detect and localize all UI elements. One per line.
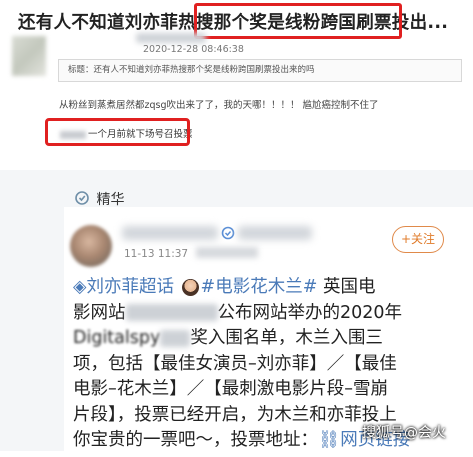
featured-header: 精华 [75, 189, 124, 209]
verified-icon [221, 226, 235, 243]
weibo-line-3-b: 奖入围名单，木兰入围三 [190, 328, 383, 348]
follow-button[interactable]: +关注 [392, 226, 444, 253]
weibo-source-redacted [196, 247, 258, 258]
site-name-redacted [125, 304, 218, 321]
weibo-line-5: 电影–花木兰】／【最刺激电影片段–雪崩 [73, 379, 388, 399]
award-name-redacted [160, 329, 191, 347]
weibo-time: 11-13 11:37 [124, 248, 189, 260]
quote-box: 标题：还有人不知道刘亦菲热搜那个奖是线粉跨国刷票投出来的吗 [58, 59, 462, 82]
highlight-box-headline [194, 3, 402, 39]
weibo-line-2-b: 公布网站举办的2020年 [217, 302, 403, 323]
post-timestamp: 2020-12-28 08:46:38 [143, 44, 244, 55]
weibo-line-2: 影网站 公布网站举办的2020年 [73, 301, 468, 327]
weibo-line-7-a: 你宝贵的一票吧～，投票地址： [73, 430, 318, 450]
girl-emoji-icon [181, 278, 199, 296]
featured-icon [75, 191, 93, 208]
username-redacted [136, 33, 206, 43]
weibo-line-2-a: 影网站 [73, 302, 126, 323]
weibo-line-4: 项，包括【最佳女演员–刘亦菲】／【最佳 [73, 353, 397, 374]
hashtag-link[interactable]: #电影花木兰# [201, 277, 318, 297]
weibo-line-3-a: Digitalspy [73, 328, 161, 348]
weibo-line-1-rest: 英国电 [322, 277, 376, 297]
featured-label: 精华 [96, 192, 125, 208]
post-body: 从粉丝到蒸煮居然都zqsg吹出来了了，我的天哪！！！！ 尴尬癌控制不住了 [59, 100, 379, 111]
weibo-username-redacted[interactable] [122, 226, 218, 240]
forum-post: 还有人不知道刘亦菲热搜那个奖是线粉跨国刷票投出... 2020-12-28 08… [0, 0, 473, 168]
avatar[interactable] [12, 36, 46, 76]
link-icon: ⛓ [318, 430, 341, 450]
supertopic-icon: ◈ [73, 277, 87, 297]
highlight-box-call [45, 118, 190, 146]
weibo-username-redacted-2 [238, 226, 312, 240]
weibo-line-1: ◈刘亦菲超话 #电影花木兰# 英国电 [73, 275, 468, 301]
supertopic-link[interactable]: 刘亦菲超话 [86, 277, 174, 297]
weibo-line-3: Digitalspy 奖入围名单，木兰入围三 [73, 326, 468, 352]
weibo-avatar[interactable] [70, 225, 112, 267]
watermark: 搜狐号@会火 [362, 425, 446, 441]
